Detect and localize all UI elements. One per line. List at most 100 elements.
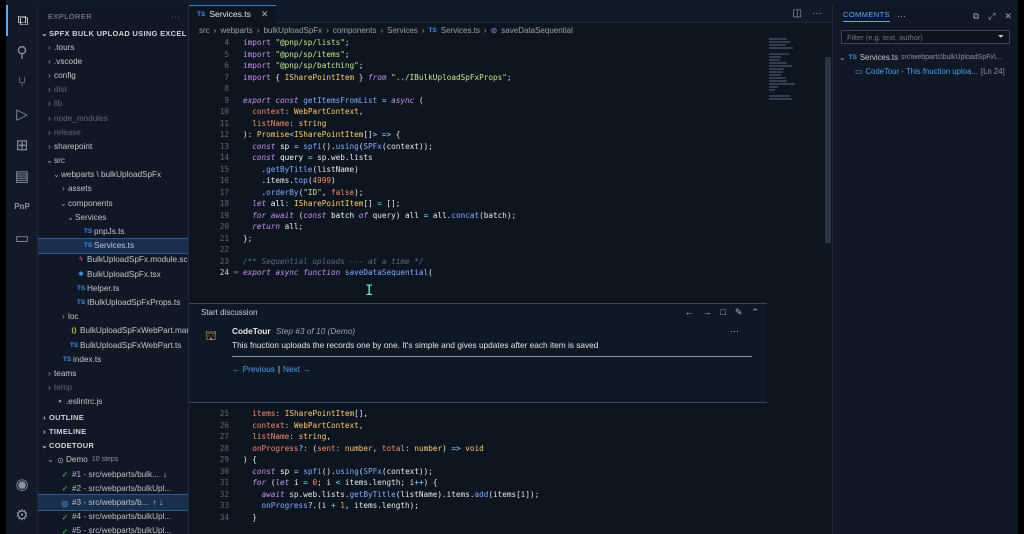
- filter-icon[interactable]: ⏷: [998, 32, 1004, 42]
- gutter: [229, 210, 243, 222]
- code-text: let all: ISharePointItem[] = [];: [243, 198, 400, 210]
- chevron-icon: ›: [48, 56, 51, 66]
- tour-step-item[interactable]: ◎ #3 - src/webparts/b... ↑ ↓: [38, 494, 188, 511]
- tour-step-item[interactable]: ✓ #5 - src/webparts/bulkUpl...: [38, 524, 188, 534]
- code-editor-lower[interactable]: 25 items: ISharePointItem[], 26 context: …: [189, 408, 799, 534]
- arrow-right-icon[interactable]: →: [702, 307, 711, 318]
- tree-item[interactable]: › .vscode: [38, 54, 188, 68]
- breadcrumb-item[interactable]: bulkUploadSpFx: [263, 26, 322, 35]
- minimap[interactable]: [769, 37, 799, 107]
- comments-icon[interactable]: ▭: [6, 222, 38, 253]
- comments-tab[interactable]: COMMENTS: [843, 10, 890, 22]
- arrow-left-icon[interactable]: ←: [684, 307, 693, 318]
- run-debug-icon[interactable]: ▷: [6, 98, 38, 129]
- tour-item[interactable]: ⌄ ⊙ Demo 10 steps: [38, 453, 188, 467]
- close-icon[interactable]: ✕: [261, 9, 269, 20]
- breadcrumb-item[interactable]: saveDataSequential: [501, 26, 573, 35]
- maximize-icon[interactable]: ⤢: [988, 11, 995, 22]
- tree-item[interactable]: TS BulkUploadSpFxWebPart.ts: [38, 338, 188, 352]
- tree-item[interactable]: › teams: [38, 366, 188, 380]
- code-token: import: [243, 61, 276, 70]
- edit-icon[interactable]: ✎: [735, 307, 743, 318]
- tree-item[interactable]: ⌄ webparts \ bulkUploadSpFx: [38, 168, 188, 182]
- tree-item[interactable]: TS Helper.ts: [38, 281, 188, 295]
- editor-scrollbar[interactable]: [825, 57, 831, 243]
- split-editor-icon[interactable]: ◫: [793, 8, 802, 19]
- chevron-icon: ›: [62, 312, 65, 322]
- tree-item[interactable]: › lib: [38, 97, 188, 111]
- comments-filter-input[interactable]: Filter (e.g. text, author) ⏷: [841, 30, 1010, 44]
- step-arrow-icon[interactable]: ↓: [163, 470, 167, 479]
- tree-item[interactable]: TS pnpJs.ts: [38, 224, 188, 238]
- code-token: import: [243, 38, 276, 47]
- tab-services-ts[interactable]: TS Services.ts ✕: [189, 4, 277, 23]
- project-section[interactable]: ⌄ SPFX BULK UPLOAD USING EXCEL: [38, 27, 188, 40]
- tree-item[interactable]: {}BulkUploadSpFxWebPart.manif...: [38, 324, 188, 338]
- comment-gutter-icon[interactable]: ▭: [229, 267, 243, 279]
- tree-item[interactable]: TS IBulkUploadSpFxProps.ts: [38, 295, 188, 309]
- more-actions-icon[interactable]: ···: [730, 326, 739, 336]
- stop-icon[interactable]: □: [720, 307, 725, 318]
- gutter: [229, 454, 243, 466]
- tree-item[interactable]: ⌄ components: [38, 196, 188, 210]
- more-actions-icon[interactable]: ···: [171, 12, 180, 21]
- tree-item[interactable]: ● .eslintrc.js: [38, 395, 188, 409]
- code-text: onProgress?.(i + 1, items.length);: [243, 500, 419, 512]
- tree-item[interactable]: ⌄ src: [38, 154, 188, 168]
- tree-item[interactable]: › release: [38, 125, 188, 139]
- gear-icon[interactable]: ⚙: [6, 499, 38, 530]
- breadcrumb-item[interactable]: components: [333, 26, 377, 35]
- comments-file-item[interactable]: ⌄ TS Services.ts src\webparts\bulkUpload…: [833, 50, 1018, 64]
- tree-item[interactable]: › sharepoint: [38, 139, 188, 153]
- outline-section[interactable]: › OUTLINE: [38, 411, 188, 425]
- tree-item[interactable]: ⌄ Services: [38, 210, 188, 224]
- tree-item-label: release: [54, 127, 81, 137]
- minimap-line: [769, 98, 792, 100]
- tree-item[interactable]: › assets: [38, 182, 188, 196]
- collapse-icon[interactable]: ⌃: [751, 307, 759, 318]
- line-number: 4: [224, 38, 229, 47]
- explorer-icon[interactable]: ⧉: [6, 5, 38, 36]
- breadcrumb-item[interactable]: src: [199, 26, 210, 35]
- remote-explorer-icon[interactable]: ▤: [6, 160, 38, 191]
- code-line: 23 /** Sequential uploads --- at a time *…: [189, 256, 799, 268]
- next-step-link[interactable]: Next →: [283, 364, 311, 374]
- tour-step-item[interactable]: ✓ #4 - src/webparts/bulkUpl...: [38, 510, 188, 524]
- previous-step-link[interactable]: ← Previous: [232, 364, 275, 374]
- codetour-section[interactable]: ⌄ CODETOUR: [38, 439, 188, 453]
- collapse-all-icon[interactable]: ⧉: [973, 11, 979, 22]
- search-icon[interactable]: ⚲: [6, 36, 38, 67]
- account-icon[interactable]: ◉: [6, 468, 38, 499]
- source-control-icon[interactable]: ⑂: [6, 67, 38, 98]
- tree-item[interactable]: ⚛ BulkUploadSpFx.tsx: [38, 267, 188, 281]
- breadcrumb-item[interactable]: webparts: [220, 26, 252, 35]
- tree-item[interactable]: TS Services.ts: [38, 237, 188, 254]
- timeline-section[interactable]: › TIMELINE: [38, 425, 188, 439]
- extensions-icon[interactable]: ⊞: [6, 129, 38, 160]
- tree-item[interactable]: › dist: [38, 83, 188, 97]
- close-icon[interactable]: ✕: [1004, 11, 1012, 22]
- gutter: [229, 244, 243, 256]
- more-actions-icon[interactable]: ···: [897, 11, 906, 21]
- tree-item[interactable]: › temp: [38, 381, 188, 395]
- tree-item[interactable]: › config: [38, 68, 188, 82]
- tour-step-item[interactable]: ✓ #2 - src/webparts/bulkUpl...: [38, 481, 188, 495]
- tree-item[interactable]: › node_modules: [38, 111, 188, 125]
- line-number: 33: [219, 501, 229, 510]
- tree-item[interactable]: ϟ BulkUploadSpFx.module.scss: [38, 253, 188, 267]
- tree-item[interactable]: › .tours: [38, 40, 188, 54]
- code-editor-upper[interactable]: 4 import "@pnp/sp/lists"; 5 import "@pnp/sp…: [189, 37, 799, 303]
- file-type-icon: TS: [76, 298, 86, 306]
- tree-item[interactable]: › loc: [38, 310, 188, 324]
- tree-item-label: components: [68, 198, 113, 208]
- step-arrow-icon[interactable]: ↑ ↓: [152, 498, 162, 507]
- comment-thread-item[interactable]: ▭ CodeTour - This fnuction uploa... [Ln …: [833, 64, 1018, 78]
- tour-step-item[interactable]: ✓ #1 - src/webparts/bulk... ↓: [38, 467, 188, 481]
- breadcrumb-item[interactable]: Services: [387, 26, 418, 35]
- more-actions-icon[interactable]: ···: [812, 8, 822, 19]
- pnp-icon[interactable]: PnP: [6, 191, 38, 222]
- tree-item[interactable]: TS index.ts: [38, 352, 188, 366]
- breadcrumb-item[interactable]: Services.ts: [441, 26, 480, 35]
